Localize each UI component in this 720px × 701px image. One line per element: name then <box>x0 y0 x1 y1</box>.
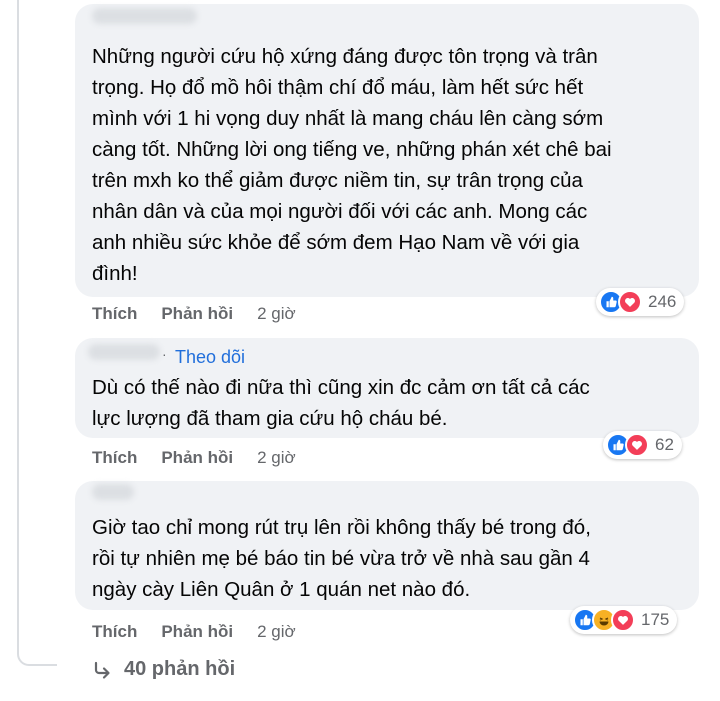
reaction-summary[interactable]: 175 <box>570 606 678 634</box>
comment-actions: Thích Phản hồi 2 giờ <box>92 622 296 642</box>
comment-text: Dù có thế nào đi nữa thì cũng xin đc cảm… <box>92 376 590 430</box>
separator-dot: · <box>162 346 167 362</box>
author-name-redacted <box>92 484 134 500</box>
author-name-redacted <box>88 344 160 360</box>
love-icon <box>625 433 649 457</box>
comment-actions: Thích Phản hồi 2 giờ <box>92 448 296 468</box>
follow-button[interactable]: Theo dõi <box>175 347 245 368</box>
more-replies-label[interactable]: 40 phản hồi <box>124 658 235 681</box>
view-more-replies[interactable]: 40 phản hồi <box>92 658 235 681</box>
reply-button[interactable]: Phản hồi <box>161 304 233 324</box>
like-button[interactable]: Thích <box>92 448 137 468</box>
reaction-count: 246 <box>648 292 677 311</box>
reaction-count: 62 <box>655 435 674 454</box>
reply-button[interactable]: Phản hồi <box>161 622 233 642</box>
comment-text: Giờ tao chỉ mong rút trụ lên rồi không t… <box>92 516 591 601</box>
comment-text: Những người cứu hộ xứng đáng được tôn tr… <box>92 45 612 285</box>
reply-button[interactable]: Phản hồi <box>161 448 233 468</box>
timestamp[interactable]: 2 giờ <box>257 622 296 642</box>
timestamp[interactable]: 2 giờ <box>257 448 296 468</box>
thread-line <box>17 0 19 640</box>
love-icon <box>611 608 635 632</box>
reaction-summary[interactable]: 246 <box>596 288 685 316</box>
love-icon <box>618 290 642 314</box>
comment-actions: Thích Phản hồi 2 giờ <box>92 304 296 324</box>
reaction-summary[interactable]: 62 <box>603 431 682 459</box>
reply-arrow-icon <box>92 660 112 680</box>
like-button[interactable]: Thích <box>92 304 137 324</box>
reaction-count: 175 <box>641 610 670 629</box>
author-name-redacted <box>92 8 197 24</box>
like-button[interactable]: Thích <box>92 622 137 642</box>
thread-curve <box>17 640 57 666</box>
timestamp[interactable]: 2 giờ <box>257 304 296 324</box>
